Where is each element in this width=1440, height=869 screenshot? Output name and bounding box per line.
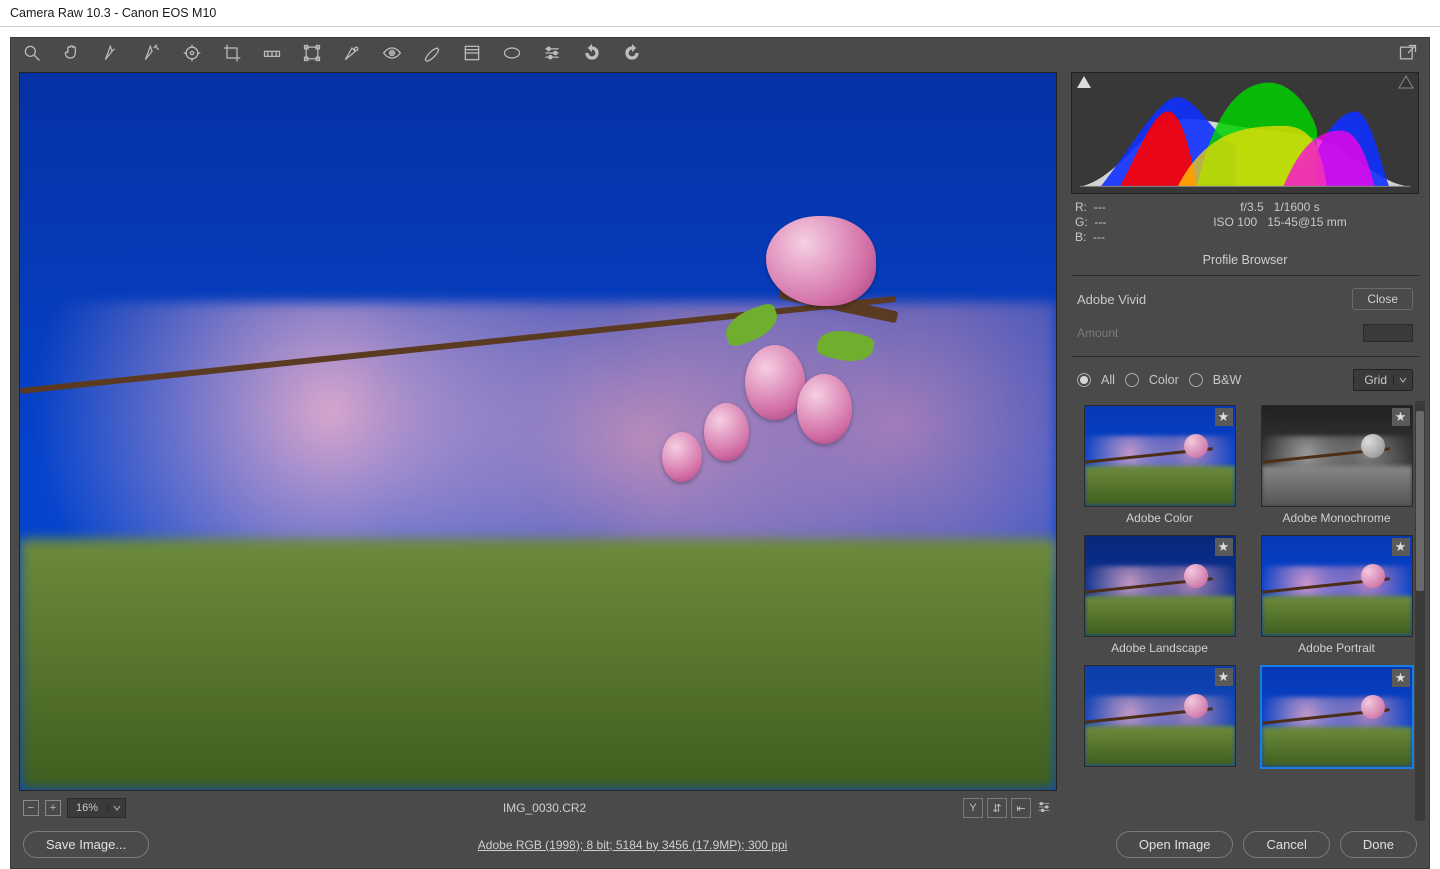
- view-mode-select[interactable]: Grid: [1353, 369, 1413, 391]
- profile-thumb-color[interactable]: ★: [1084, 405, 1236, 507]
- open-object-icon[interactable]: [1397, 42, 1419, 64]
- favorite-star-icon[interactable]: ★: [1392, 408, 1410, 426]
- amount-label: Amount: [1077, 326, 1363, 340]
- white-balance-icon[interactable]: [101, 42, 123, 64]
- filter-row: All Color B&W Grid: [1065, 359, 1425, 401]
- before-after-swap-icon[interactable]: ⇵: [987, 798, 1007, 818]
- info-readout: R: --- G: --- B: --- f/3.5 1/1600 s ISO …: [1065, 198, 1425, 247]
- preview-pane: − + 16% IMG_0030.CR2 Y ⇵ ⇤: [11, 72, 1065, 821]
- favorite-star-icon[interactable]: ★: [1215, 538, 1233, 556]
- target-adjust-icon[interactable]: [181, 42, 203, 64]
- image-preview[interactable]: [19, 72, 1057, 791]
- profile-thumb-mono[interactable]: ★: [1261, 405, 1413, 507]
- profile-thumb: ★Adobe Vivid: [1252, 665, 1421, 769]
- profile-thumb: ★Adobe Standard: [1075, 665, 1244, 769]
- profile-thumb-land[interactable]: ★: [1084, 535, 1236, 637]
- profile-thumb-vivid[interactable]: ★: [1260, 665, 1414, 769]
- profile-thumb-std[interactable]: ★: [1084, 665, 1236, 767]
- rotate-cw-icon[interactable]: [621, 42, 643, 64]
- cancel-button[interactable]: Cancel: [1243, 831, 1329, 858]
- profile-thumb: ★ Adobe Portrait: [1252, 535, 1421, 661]
- filter-radio-bw[interactable]: [1189, 373, 1203, 387]
- preview-status-bar: − + 16% IMG_0030.CR2 Y ⇵ ⇤: [17, 795, 1059, 821]
- preferences-icon[interactable]: [541, 42, 563, 64]
- zoom-level-value: 16%: [68, 802, 108, 814]
- before-after-y-icon[interactable]: Y: [963, 798, 983, 818]
- scrollbar[interactable]: [1415, 401, 1425, 821]
- profile-thumb: ★ Adobe Landscape: [1075, 535, 1244, 661]
- zoom-level-select[interactable]: 16%: [67, 798, 126, 818]
- filename-label: IMG_0030.CR2: [132, 801, 957, 815]
- profile-thumb-port[interactable]: ★: [1261, 535, 1413, 637]
- window-title: Camera Raw 10.3 - Canon EOS M10: [0, 0, 1440, 27]
- favorite-star-icon[interactable]: ★: [1392, 669, 1410, 687]
- rotate-ccw-icon[interactable]: [581, 42, 603, 64]
- filter-bw-label: B&W: [1213, 373, 1241, 387]
- radial-filter-icon[interactable]: [501, 42, 523, 64]
- current-profile-name: Adobe Vivid: [1077, 292, 1352, 307]
- profile-thumb-label: Adobe Landscape: [1111, 637, 1208, 661]
- camera-raw-dialog: − + 16% IMG_0030.CR2 Y ⇵ ⇤: [10, 37, 1430, 869]
- view-mode-value: Grid: [1354, 373, 1393, 387]
- workflow-options-link[interactable]: Adobe RGB (1998); 8 bit; 5184 by 3456 (1…: [159, 838, 1106, 852]
- zoom-icon[interactable]: [21, 42, 43, 64]
- filter-all-label: All: [1101, 373, 1115, 387]
- filter-radio-all[interactable]: [1077, 373, 1091, 387]
- save-image-button[interactable]: Save Image...: [23, 831, 149, 858]
- profile-thumb-label: Adobe Color: [1126, 507, 1193, 531]
- color-sampler-icon[interactable]: [141, 42, 163, 64]
- filter-radio-color[interactable]: [1125, 373, 1139, 387]
- hand-icon[interactable]: [61, 42, 83, 64]
- sliders-icon[interactable]: [1035, 798, 1053, 816]
- favorite-star-icon[interactable]: ★: [1215, 668, 1233, 686]
- bottom-bar: Save Image... Adobe RGB (1998); 8 bit; 5…: [11, 821, 1429, 868]
- main-area: − + 16% IMG_0030.CR2 Y ⇵ ⇤: [11, 72, 1429, 821]
- graduated-filter-icon[interactable]: [461, 42, 483, 64]
- done-button[interactable]: Done: [1340, 831, 1417, 858]
- zoom-in-button[interactable]: +: [45, 800, 61, 816]
- amount-field[interactable]: [1363, 324, 1413, 342]
- profile-thumb: ★ Adobe Color: [1075, 405, 1244, 531]
- transform-icon[interactable]: [301, 42, 323, 64]
- filter-color-label: Color: [1149, 373, 1179, 387]
- toolbar: [11, 38, 1429, 72]
- profile-thumb-grid: ★Adobe Color★Adobe Monochrome★Adobe Land…: [1065, 401, 1425, 821]
- histogram[interactable]: [1071, 72, 1419, 194]
- close-button[interactable]: Close: [1352, 288, 1413, 310]
- panel-title: Profile Browser: [1065, 247, 1425, 273]
- profile-thumb: ★ Adobe Monochrome: [1252, 405, 1421, 531]
- adjustment-brush-icon[interactable]: [421, 42, 443, 64]
- red-eye-icon[interactable]: [381, 42, 403, 64]
- before-after-copy-icon[interactable]: ⇤: [1011, 798, 1031, 818]
- spot-removal-icon[interactable]: [341, 42, 363, 64]
- crop-icon[interactable]: [221, 42, 243, 64]
- favorite-star-icon[interactable]: ★: [1392, 538, 1410, 556]
- right-panel: R: --- G: --- B: --- f/3.5 1/1600 s ISO …: [1065, 72, 1429, 821]
- profile-thumb-label: Adobe Monochrome: [1282, 507, 1390, 531]
- profile-thumb-label: Adobe Portrait: [1298, 637, 1375, 661]
- favorite-star-icon[interactable]: ★: [1215, 408, 1233, 426]
- open-image-button[interactable]: Open Image: [1116, 831, 1234, 858]
- zoom-out-button[interactable]: −: [23, 800, 39, 816]
- straighten-icon[interactable]: [261, 42, 283, 64]
